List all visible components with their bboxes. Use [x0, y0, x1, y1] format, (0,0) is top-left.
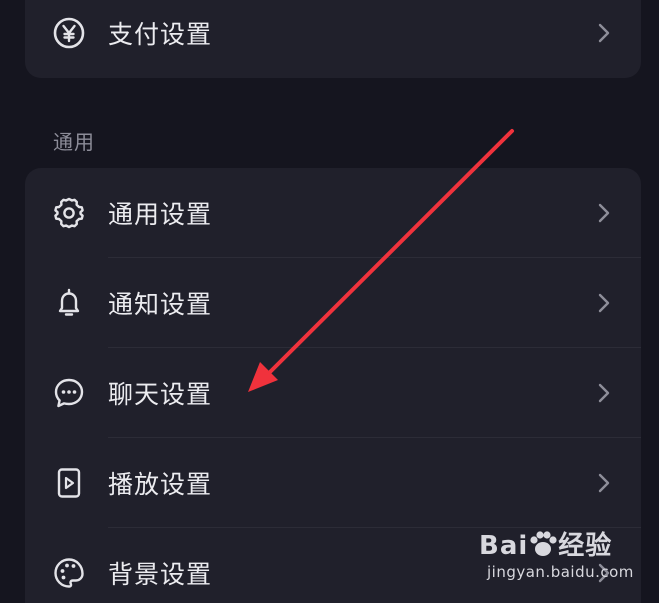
- payment-card: 支付设置: [25, 0, 641, 78]
- settings-row-chat[interactable]: 聊天设置: [25, 348, 641, 438]
- settings-row-payment[interactable]: 支付设置: [25, 0, 641, 78]
- palette-icon: [54, 558, 84, 588]
- paw-icon: [530, 531, 557, 556]
- settings-row-label: 聊天设置: [108, 380, 213, 409]
- watermark-url: jingyan.baidu.com: [487, 563, 634, 581]
- chevron-right-icon: [598, 293, 610, 313]
- bell-icon: [58, 288, 80, 316]
- yen-circle-icon: [53, 17, 85, 49]
- chevron-right-icon: [598, 23, 610, 43]
- chevron-right-icon: [598, 203, 610, 223]
- settings-row-label: 播放设置: [108, 470, 213, 499]
- settings-page: 支付设置 通用 通用设置 通知设置 聊天设置 播放设置 背景设置 Bai 经验 …: [0, 0, 659, 603]
- section-title-general: 通用: [53, 130, 95, 154]
- settings-row-label: 通用设置: [108, 200, 213, 229]
- settings-row-label: 通知设置: [108, 290, 213, 319]
- chevron-right-icon: [598, 473, 610, 493]
- chat-bubble-icon: [54, 378, 84, 408]
- settings-row-general[interactable]: 通用设置: [25, 168, 641, 258]
- chevron-right-icon: [598, 383, 610, 403]
- settings-row-playback[interactable]: 播放设置: [25, 438, 641, 528]
- baidu-jingyan-watermark: Bai 经验 jingyan.baidu.com: [479, 523, 639, 593]
- settings-row-label: 支付设置: [108, 20, 213, 49]
- settings-row-notification[interactable]: 通知设置: [25, 258, 641, 348]
- gear-icon: [54, 197, 84, 229]
- play-file-icon: [57, 468, 81, 498]
- watermark-brand: Bai 经验: [479, 531, 613, 561]
- settings-row-label: 背景设置: [108, 560, 213, 589]
